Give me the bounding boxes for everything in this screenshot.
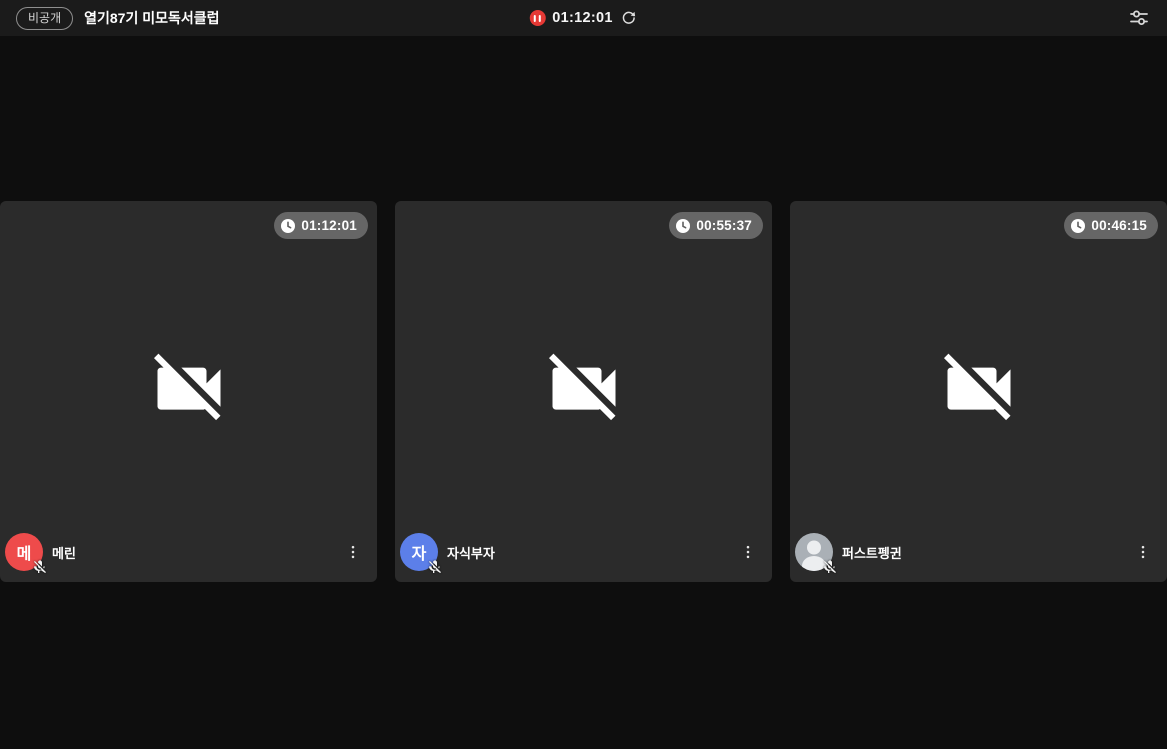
- kebab-menu-icon[interactable]: [343, 541, 363, 563]
- participant-timer-badge: 00:46:15: [1064, 212, 1158, 239]
- avatar: [795, 533, 836, 573]
- participant-name: 자식부자: [447, 545, 495, 561]
- pause-icon[interactable]: [529, 10, 546, 26]
- refresh-icon[interactable]: [620, 9, 638, 27]
- clock-icon: [1071, 218, 1086, 233]
- camera-off-icon: [943, 353, 1010, 420]
- participant-tile[interactable]: 01:12:01 메 메린: [0, 201, 377, 582]
- tune-sliders-icon[interactable]: [1127, 6, 1151, 30]
- participant-name: 퍼스트펭귄: [842, 545, 902, 561]
- participant-tile[interactable]: 00:46:15 퍼스트펭귄: [790, 201, 1167, 582]
- participant-tile[interactable]: 00:55:37 자 자식부자: [395, 201, 772, 582]
- kebab-menu-icon[interactable]: [1133, 541, 1153, 563]
- participant-info: 자 자식부자: [400, 533, 758, 573]
- participant-info: 퍼스트펭귄: [795, 533, 1153, 573]
- video-grid: 01:12:01 메 메린 00:55:37 자 자식부자 00:46:15 퍼…: [0, 201, 1167, 582]
- camera-off-icon: [153, 353, 220, 420]
- participant-name: 메린: [52, 545, 76, 561]
- topbar: 비공개 열기87기 미모독서클럽 01:12:01: [0, 0, 1167, 36]
- mic-off-icon: [34, 560, 46, 573]
- mic-off-icon: [824, 560, 836, 573]
- avatar: 메: [5, 533, 46, 573]
- clock-icon: [281, 218, 296, 233]
- participant-timer-badge: 00:55:37: [669, 212, 763, 239]
- meeting-room-page: { "colors": { "page_bg": "#0e0e0e", "top…: [0, 0, 1167, 749]
- participant-timer-badge: 01:12:01: [274, 212, 368, 239]
- clock-icon: [676, 218, 691, 233]
- mic-off-icon: [429, 560, 441, 573]
- camera-off-icon: [548, 353, 615, 420]
- room-title: 열기87기 미모독서클럽: [84, 10, 220, 26]
- participant-info: 메 메린: [5, 533, 363, 573]
- session-time: 01:12:01: [552, 10, 613, 26]
- privacy-badge: 비공개: [16, 6, 74, 30]
- kebab-menu-icon[interactable]: [738, 541, 758, 563]
- avatar: 자: [400, 533, 441, 573]
- session-timer: 01:12:01: [529, 9, 637, 27]
